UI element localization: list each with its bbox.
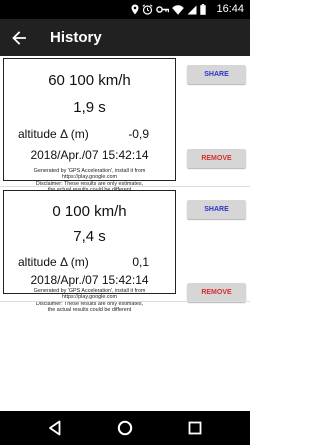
vpn-key-icon: [156, 6, 169, 13]
navigation-bar: [0, 411, 250, 445]
remove-button[interactable]: REMOVE: [187, 149, 246, 168]
result-card: 0 100 km/h 7,4 s altitude Δ (m) 0,1 2018…: [3, 190, 176, 313]
alarm-icon: [142, 4, 153, 15]
nav-back-button[interactable]: [44, 417, 66, 439]
result-datetime: 2018/Apr./07 15:42:14: [30, 148, 149, 162]
history-entry: 60 100 km/h 1,9 s altitude Δ (m) -0,9 20…: [0, 56, 250, 193]
disclaimer-line: the actual results could be different: [47, 307, 132, 314]
divider: [0, 186, 250, 187]
divider: [0, 301, 250, 302]
battery-icon: [200, 4, 206, 15]
app-bar: History: [0, 19, 250, 56]
status-time: 16:44: [216, 3, 244, 15]
result-card: 60 100 km/h 1,9 s altitude Δ (m) -0,9 20…: [3, 58, 176, 193]
altitude-value: -0,9: [128, 127, 149, 141]
location-icon: [131, 4, 139, 15]
remove-button[interactable]: REMOVE: [187, 283, 246, 302]
acceleration-time: 1,9 s: [73, 99, 106, 116]
altitude-value: 0,1: [132, 255, 149, 269]
back-triangle-icon: [49, 420, 61, 436]
share-button[interactable]: SHARE: [187, 65, 246, 84]
share-button[interactable]: SHARE: [187, 200, 246, 219]
page-title: History: [50, 29, 102, 46]
status-bar: 16:44: [0, 0, 250, 19]
home-circle-icon: [117, 420, 133, 436]
altitude-label: altitude Δ (m): [18, 127, 89, 141]
status-icons: [131, 3, 206, 16]
nav-recents-button[interactable]: [184, 417, 206, 439]
nav-home-button[interactable]: [114, 417, 136, 439]
arrow-left-icon: [12, 31, 26, 45]
history-list[interactable]: 60 100 km/h 1,9 s altitude Δ (m) -0,9 20…: [0, 56, 250, 411]
disclaimer-line: Generated by 'GPS Acceleration', install…: [33, 288, 146, 301]
speed-range: 0 100 km/h: [52, 203, 127, 220]
history-entry: 0 100 km/h 7,4 s altitude Δ (m) 0,1 2018…: [0, 188, 250, 313]
signal-icon: [187, 5, 197, 14]
result-datetime: 2018/Apr./07 15:42:14: [30, 273, 149, 287]
disclaimer-line: Generated by 'GPS Acceleration', install…: [33, 168, 146, 181]
wifi-icon: [172, 4, 184, 15]
recents-square-icon: [188, 421, 202, 435]
altitude-label: altitude Δ (m): [18, 255, 89, 269]
acceleration-time: 7,4 s: [73, 228, 106, 245]
back-button[interactable]: [8, 27, 30, 49]
speed-range: 60 100 km/h: [48, 72, 131, 89]
